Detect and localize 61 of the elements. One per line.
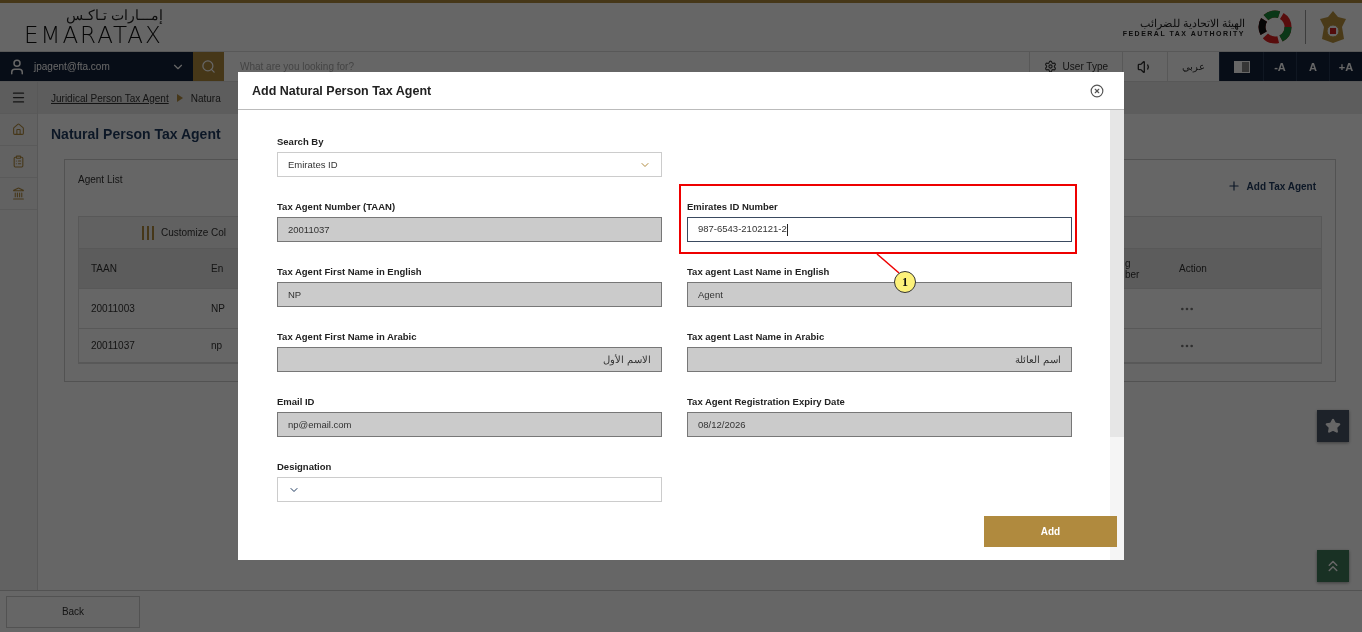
menu-button[interactable] [0, 82, 37, 114]
ring-logo-icon [1257, 9, 1293, 45]
breadcrumb-text: Natura [190, 92, 221, 104]
font-size-button[interactable]: -A [1263, 52, 1296, 81]
field-label: Tax Agent Registration Expiry Date [687, 396, 846, 408]
add-button[interactable]: Add [984, 516, 1117, 547]
field-label: Designation [277, 461, 333, 473]
search-by-dropdown[interactable]: Emirates ID [277, 152, 662, 177]
user-menu[interactable]: jpagent@fta.com [0, 52, 193, 81]
field-label: Tax Agent First Name in English [277, 266, 423, 278]
plus-icon [1226, 179, 1241, 193]
clipboard-icon [12, 155, 25, 168]
breadcrumb-link[interactable]: Juridical Person Tax Agent [51, 92, 169, 104]
input-field[interactable]: 987-6543-2102121-2 [687, 217, 1072, 242]
modal-title: Add Natural Person Tax Agent [252, 83, 432, 98]
emblem-icon [1318, 9, 1348, 45]
columns-icon [141, 225, 155, 240]
field-label: Tax agent Last Name in English [687, 266, 831, 278]
add-tax-agent-button[interactable]: Add Tax Agent [1220, 178, 1322, 194]
page-title: Natural Person Tax Agent [51, 126, 221, 142]
field-label: Search By [277, 136, 325, 148]
column-header: Action [1179, 263, 1207, 274]
search-icon [201, 59, 216, 74]
font-size-button[interactable]: A [1296, 52, 1329, 81]
avatar-icon [8, 57, 26, 76]
table-cell: 20011003 [91, 303, 135, 314]
close-icon [1090, 83, 1104, 98]
home-icon [12, 123, 25, 136]
field-label: Email ID [277, 396, 316, 408]
field-label: Tax agent Last Name in Arabic [687, 331, 826, 343]
authority-arabic-text: الهيئة الاتحادية للضرائب [1139, 17, 1245, 30]
scrollbar[interactable] [1110, 110, 1124, 437]
field-label: Tax Agent Number (TAAN) [277, 201, 397, 213]
card-title: Agent List [78, 174, 123, 185]
customize-columns-button[interactable]: Customize Col [135, 224, 233, 241]
column-header: TAAN [91, 263, 117, 274]
back-button[interactable]: Back [6, 595, 140, 628]
star-icon [1325, 418, 1341, 434]
field-label: Tax Agent First Name in Arabic [277, 331, 418, 343]
callout-badge: 1 [894, 271, 916, 293]
font-size-button[interactable]: +A [1329, 52, 1362, 81]
search-button[interactable] [193, 52, 224, 81]
field-label: Emirates ID Number [687, 201, 779, 213]
leader-line [877, 254, 901, 274]
column-header: g ber [1125, 257, 1140, 280]
logo-text: EMARATAX [24, 23, 163, 47]
close-button[interactable] [1090, 83, 1104, 98]
settings-icon [1043, 60, 1057, 73]
logo-arabic-text: إمـــارات تـاكـس [66, 7, 163, 23]
scroll-top-button[interactable] [1317, 550, 1349, 582]
table-cell: 20011037 [91, 340, 135, 351]
column-header: En [211, 263, 224, 274]
contrast-button[interactable] [1219, 52, 1263, 81]
favorite-button[interactable] [1317, 410, 1349, 442]
table-cell: np [211, 340, 223, 351]
table-cell: NP [211, 303, 225, 314]
breadcrumb-arrow-icon [176, 94, 183, 102]
menu-icon [11, 90, 26, 105]
bank-icon [12, 187, 25, 200]
contrast-icon [1233, 60, 1250, 73]
designation-dropdown[interactable] [277, 477, 662, 502]
